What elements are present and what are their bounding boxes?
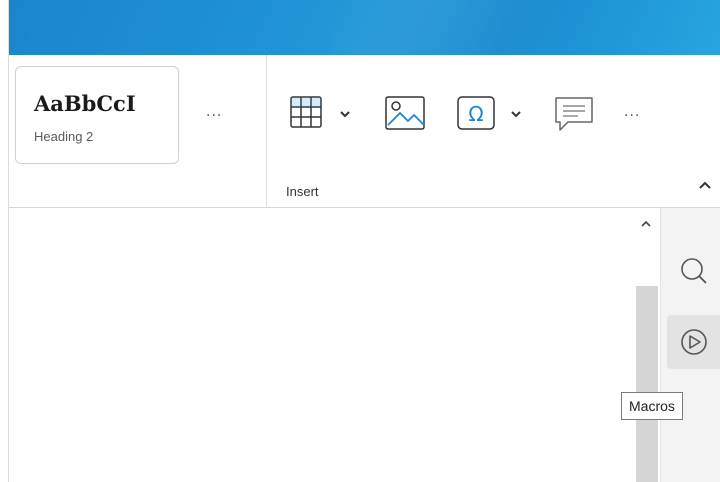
- macros-tooltip: Macros: [621, 392, 683, 420]
- image-icon: [385, 96, 425, 130]
- search-icon: [681, 258, 707, 284]
- comment-icon: [555, 97, 593, 131]
- collapse-ribbon-button[interactable]: [695, 175, 715, 195]
- style-sample-text: AaBbCcI: [34, 91, 136, 116]
- chevron-up-icon: [641, 220, 651, 227]
- title-bar-facet: [9, 0, 69, 55]
- insert-more-button[interactable]: ···: [624, 108, 640, 124]
- title-bar: [9, 0, 720, 55]
- chevron-up-icon: [699, 181, 711, 189]
- macros-button[interactable]: [667, 315, 720, 369]
- scroll-thumb[interactable]: [636, 286, 658, 482]
- left-edge: [0, 0, 9, 482]
- vertical-scrollbar[interactable]: [632, 208, 660, 482]
- svg-text:Ω: Ω: [468, 102, 483, 126]
- macros-icon: [681, 329, 707, 355]
- insert-table-button[interactable]: [289, 95, 355, 129]
- insert-special-character-button[interactable]: Ω: [456, 95, 526, 131]
- ribbon: AaBbCcI Heading 2 ··· Ω ··· Insert: [9, 55, 720, 208]
- document-canvas[interactable]: [9, 208, 632, 482]
- styles-more-button[interactable]: ···: [206, 108, 222, 124]
- search-button[interactable]: [667, 244, 720, 298]
- insert-comment-button[interactable]: [554, 95, 594, 133]
- side-panel: [660, 208, 720, 482]
- title-bar-highlight: [329, 0, 559, 55]
- special-character-icon: Ω: [457, 96, 521, 130]
- style-name-label: Heading 2: [34, 129, 94, 144]
- ribbon-group-divider: [266, 55, 267, 208]
- scroll-up-button[interactable]: [635, 214, 657, 234]
- insert-group-label: Insert: [286, 184, 319, 199]
- insert-image-button[interactable]: [384, 95, 428, 131]
- table-icon: [290, 96, 350, 128]
- style-gallery-heading-2[interactable]: AaBbCcI Heading 2: [15, 66, 179, 164]
